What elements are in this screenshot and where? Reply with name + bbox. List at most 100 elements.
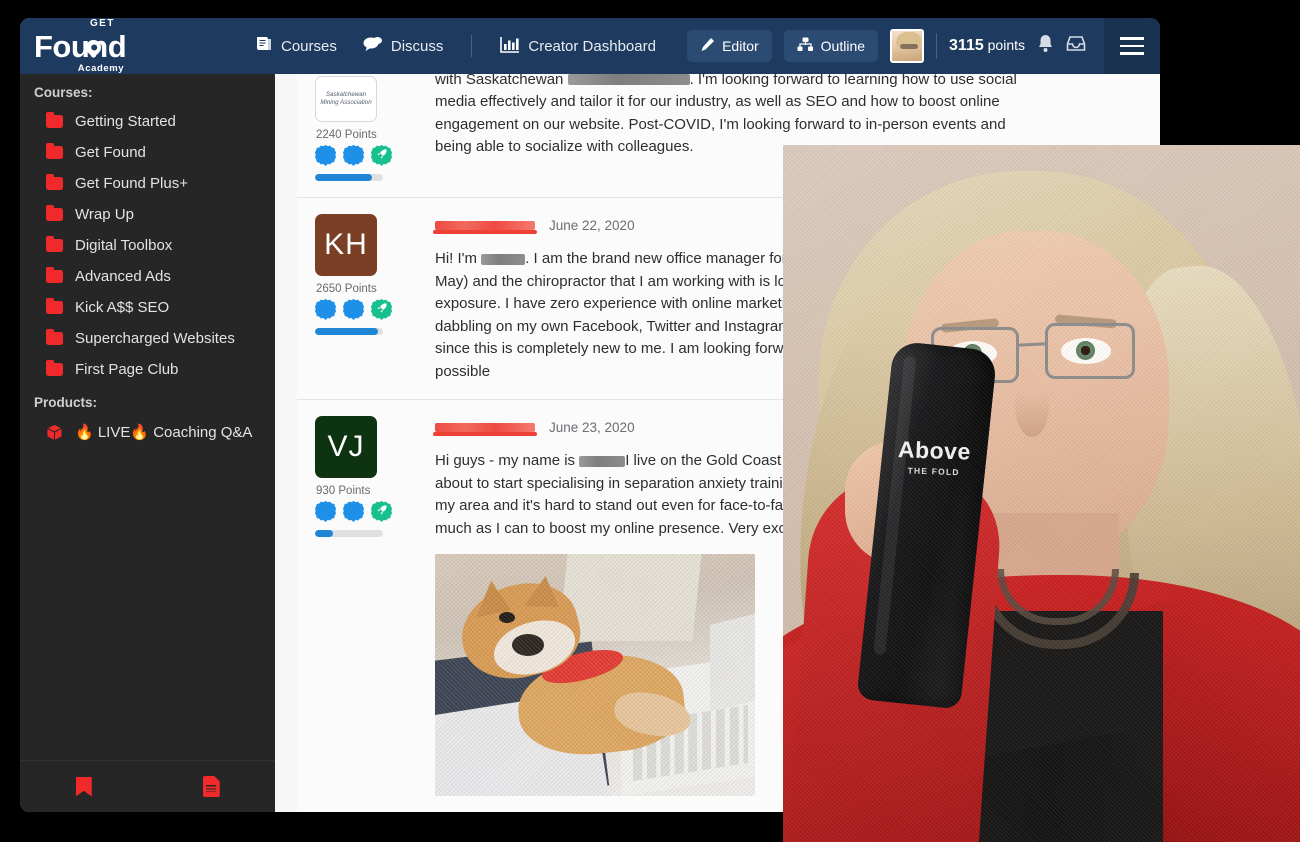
bookmarks-button[interactable] — [20, 776, 148, 797]
author-points: 2240 Points — [316, 129, 377, 141]
post-author-panel: Saskatchewan Mining Association 2240 Poi… — [315, 74, 435, 181]
sidebar-item-label: Getting Started — [75, 113, 176, 130]
sidebar-item-live-coaching-qa[interactable]: 🔥 LIVE🔥 Coaching Q&A — [20, 416, 275, 448]
nav-item-label: Discuss — [390, 37, 444, 55]
sidebar-item-label: Kick A$$ SEO — [75, 299, 170, 316]
achievement-badge-special[interactable] — [371, 501, 392, 522]
post-attached-photo[interactable] — [435, 554, 755, 796]
sidebar-scroll-area[interactable]: Courses: Getting Started Get Found Get F… — [20, 74, 275, 760]
sidebar-item-advanced-ads[interactable]: Advanced Ads — [20, 261, 275, 292]
folder-icon — [46, 204, 63, 221]
nav-item-discuss[interactable]: Discuss — [363, 36, 444, 56]
sidebar: Courses: Getting Started Get Found Get F… — [20, 74, 275, 812]
editor-button[interactable]: Editor — [687, 30, 772, 62]
sidebar-item-first-page-club[interactable]: First Page Club — [20, 354, 275, 385]
nav-item-creator-dashboard[interactable]: Creator Dashboard — [500, 36, 656, 57]
nav-divider — [471, 35, 473, 57]
sidebar-heading-products: Products: — [34, 395, 98, 410]
post-text-before: Hi guys - my name is — [435, 452, 580, 469]
sidebar-item-supercharged-websites[interactable]: Supercharged Websites — [20, 323, 275, 354]
sidebar-item-label: Advanced Ads — [75, 268, 171, 285]
post-text-before: Hi! I'm — [435, 250, 482, 267]
pencil-icon — [700, 37, 715, 55]
progress-bar — [315, 174, 383, 181]
badge-label: 50 — [319, 150, 332, 161]
avatar[interactable]: KH — [315, 214, 377, 276]
rocket-icon — [376, 302, 388, 317]
hamburger-menu-icon[interactable] — [1104, 18, 1160, 74]
nav-item-label: Creator Dashboard — [528, 37, 656, 55]
achievement-badge[interactable]: 10 — [343, 501, 364, 522]
secondary-nav: Editor Outline 3115 points — [687, 18, 1160, 74]
achievement-badge[interactable]: 10 — [343, 145, 364, 166]
site-logo[interactable]: GET Found Academy — [20, 18, 255, 74]
overlay-portrait-photo: Above THE FOLD — [783, 145, 1300, 842]
inbox-tray-icon[interactable] — [1066, 35, 1086, 57]
outline-button[interactable]: Outline — [783, 30, 879, 62]
avatar-caption: Saskatchewan Mining Association — [320, 90, 372, 106]
points-unit: points — [987, 37, 1025, 53]
achievement-badge[interactable]: 10 — [343, 299, 364, 320]
sidebar-item-kick-ass-seo[interactable]: Kick A$$ SEO — [20, 292, 275, 323]
sidebar-item-getting-started[interactable]: Getting Started — [20, 106, 275, 137]
notification-bell-icon[interactable] — [1037, 34, 1054, 58]
folder-icon — [46, 111, 63, 128]
sidebar-item-get-found[interactable]: Get Found — [20, 137, 275, 168]
post-author-panel: KH 2650 Points 50 10 — [315, 212, 435, 383]
sidebar-item-label: Digital Toolbox — [75, 237, 173, 254]
nav-item-courses[interactable]: Courses — [255, 36, 337, 56]
rocket-icon — [376, 148, 388, 163]
sidebar-heading-courses: Courses: — [34, 85, 93, 100]
sidebar-item-label: Get Found — [75, 144, 146, 161]
folder-icon — [46, 142, 63, 159]
rocket-icon — [376, 504, 388, 519]
badge-label: 10 — [347, 506, 360, 517]
avatar-initials: KH — [324, 228, 368, 261]
nav-item-label: Courses — [281, 37, 337, 55]
logo-found-text: Found — [34, 28, 127, 64]
post-date: June 22, 2020 — [549, 217, 635, 233]
sidebar-item-label: 🔥 LIVE🔥 Coaching Q&A — [75, 424, 253, 441]
folder-icon — [46, 266, 63, 283]
folder-icon — [46, 359, 63, 376]
editor-button-label: Editor — [722, 38, 759, 54]
sidebar-item-get-found-plus[interactable]: Get Found Plus+ — [20, 168, 275, 199]
org-chart-icon — [797, 37, 814, 55]
notes-button[interactable] — [148, 776, 276, 797]
logo-get-text: GET — [90, 18, 115, 29]
achievement-badge[interactable]: 50 — [315, 501, 336, 522]
author-points: 2650 Points — [316, 283, 377, 295]
logo-academy-text: Academy — [77, 63, 125, 74]
achievement-badge[interactable]: 50 — [315, 145, 336, 166]
bottle-brand-label: Above THE FOLD — [882, 436, 987, 479]
top-navigation-bar: GET Found Academy Courses Discuss Creato… — [20, 18, 1160, 74]
sidebar-item-wrap-up[interactable]: Wrap Up — [20, 199, 275, 230]
document-icon — [202, 776, 220, 797]
chat-bubbles-icon — [363, 36, 383, 56]
avatar[interactable]: Saskatchewan Mining Association — [315, 76, 377, 122]
bookmark-icon — [75, 776, 92, 797]
badge-label: 50 — [319, 506, 332, 517]
folder-icon — [46, 173, 63, 190]
shiba-inu-dog-on-laptop-image — [435, 554, 755, 796]
author-points: 930 Points — [316, 485, 371, 497]
divider — [936, 33, 938, 59]
redacted-text — [481, 253, 526, 265]
badge-label: 10 — [347, 304, 360, 315]
sidebar-item-label: Supercharged Websites — [75, 330, 235, 347]
avatar[interactable] — [890, 29, 925, 63]
primary-nav: Courses Discuss Creator Dashboard — [255, 35, 656, 57]
progress-bar — [315, 328, 383, 335]
achievement-badge-special[interactable] — [371, 299, 392, 320]
achievement-badge-special[interactable] — [371, 145, 392, 166]
book-icon — [255, 36, 273, 56]
achievement-badge[interactable]: 50 — [315, 299, 336, 320]
badge-label: 10 — [347, 150, 360, 161]
avatar[interactable]: VJ — [315, 416, 377, 478]
folder-icon — [46, 235, 63, 252]
sidebar-item-digital-toolbox[interactable]: Digital Toolbox — [20, 230, 275, 261]
redacted-author-name — [433, 422, 537, 436]
box-icon — [46, 424, 63, 441]
sidebar-item-label: Get Found Plus+ — [75, 175, 188, 192]
points-value: 3115 — [949, 37, 984, 54]
